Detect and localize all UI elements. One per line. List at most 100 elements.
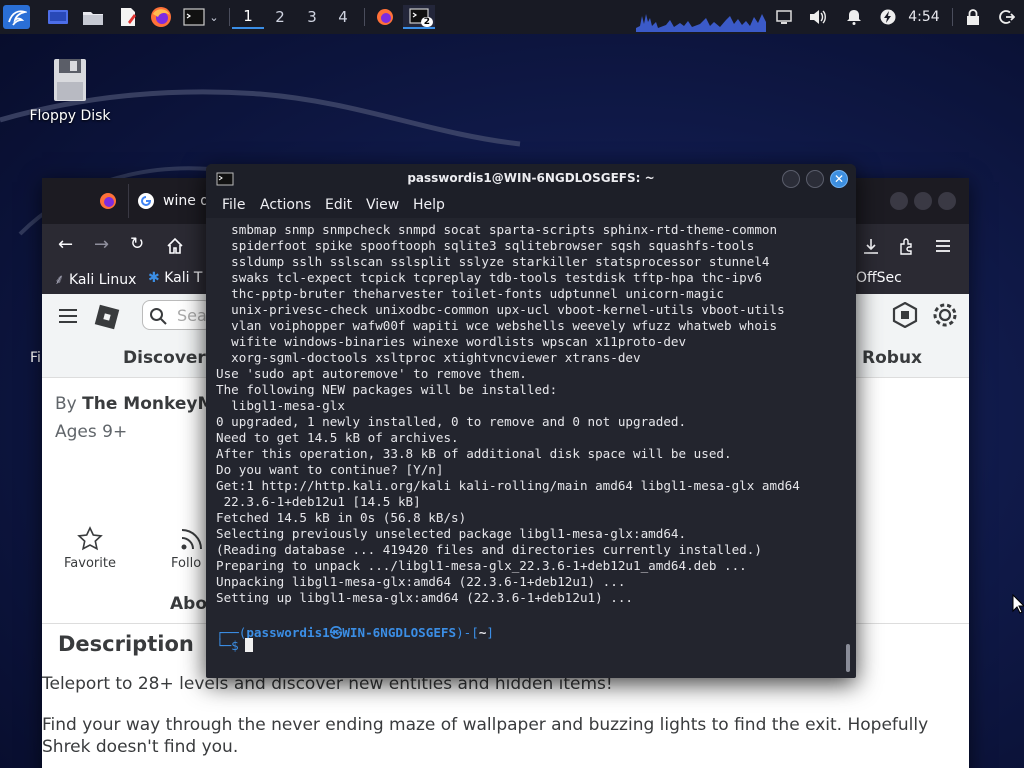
- floppy-disk-desktop-icon[interactable]: Floppy Disk: [28, 58, 112, 124]
- chevron-down-icon[interactable]: ⌄: [209, 11, 218, 24]
- file-manager-button[interactable]: [81, 5, 105, 29]
- workspace-1[interactable]: 1: [232, 5, 264, 29]
- nav-robux[interactable]: Robux: [862, 348, 922, 368]
- bookmark-offsec[interactable]: OffSec: [856, 270, 902, 286]
- workspace-2[interactable]: 2: [264, 5, 296, 29]
- terminal-scrollbar[interactable]: [846, 644, 850, 672]
- logout-icon: [999, 10, 1015, 24]
- panel-separator: [229, 8, 230, 26]
- workspace-4[interactable]: 4: [327, 5, 359, 29]
- google-icon: [138, 193, 154, 209]
- rss-icon: [181, 529, 202, 550]
- prompt-symbol: └─$: [216, 638, 239, 653]
- volume-button[interactable]: [807, 5, 829, 29]
- menu-actions[interactable]: Actions: [260, 197, 311, 213]
- text-editor-icon: [121, 8, 136, 26]
- tab-about-label: Abo: [170, 594, 208, 614]
- nav-discover[interactable]: Discover: [123, 348, 206, 368]
- search-input[interactable]: Sea: [142, 300, 212, 330]
- hamburger-menu-icon[interactable]: [934, 237, 952, 255]
- bookmark-kali-tools[interactable]: ✱ Kali T: [148, 270, 202, 286]
- logout-button[interactable]: [996, 5, 1018, 29]
- favorite-label: Favorite: [64, 556, 116, 571]
- roblox-logo-icon[interactable]: [92, 302, 122, 332]
- bookmark-kali-linux[interactable]: ⸙ Kali Linux: [54, 270, 136, 289]
- panel-separator: [952, 8, 953, 26]
- workspace-3[interactable]: 3: [296, 5, 328, 29]
- kali-menu-button[interactable]: [3, 5, 30, 29]
- text-editor-button[interactable]: [116, 5, 140, 29]
- creator-link[interactable]: The MonkeyMa: [82, 394, 226, 414]
- prompt-user: passwordis1: [246, 625, 330, 640]
- age-rating: Ages 9+: [55, 422, 128, 442]
- download-icon[interactable]: [862, 237, 880, 255]
- firefox-icon: [377, 9, 393, 25]
- terminal-title: passwordis1@WIN-6NGDLOSGEFS: ~: [407, 171, 655, 185]
- close-button[interactable]: ✕: [830, 170, 848, 188]
- clock[interactable]: 4:54: [904, 5, 944, 29]
- follow-label: Follo: [171, 556, 202, 571]
- minimize-button[interactable]: [782, 170, 800, 188]
- description-heading: Description: [58, 632, 194, 656]
- terminal-launcher-button[interactable]: ⌄: [180, 5, 222, 29]
- bookmark-label: Kali Linux: [68, 272, 137, 288]
- menu-view[interactable]: View: [366, 197, 399, 213]
- home-icon[interactable]: [166, 237, 184, 255]
- task-terminal[interactable]: 2: [403, 5, 435, 29]
- forward-arrow-icon[interactable]: →: [94, 234, 109, 255]
- terminal-window: passwordis1@WIN-6NGDLOSGEFS: ~ ✕ File Ac…: [206, 164, 856, 678]
- prompt-at: ㉿: [329, 625, 343, 640]
- notifications-button[interactable]: [843, 5, 865, 29]
- minimize-button[interactable]: [890, 192, 908, 210]
- cpu-graph: [636, 14, 766, 32]
- close-button[interactable]: [938, 192, 956, 210]
- monitor-icon: [776, 10, 792, 24]
- prompt-host: WIN-6NGDLOSGEFS: [342, 625, 457, 640]
- show-desktop-button[interactable]: [46, 5, 70, 29]
- maximize-button[interactable]: [806, 170, 824, 188]
- gear-icon[interactable]: [932, 302, 958, 328]
- bookmark-label: Kali T: [164, 270, 203, 286]
- lightning-icon: [880, 9, 896, 25]
- favorite-button[interactable]: Favorite: [62, 526, 118, 571]
- menu-help[interactable]: Help: [413, 197, 445, 213]
- prompt-bracket: ]: [486, 625, 495, 640]
- kali-tools-icon: ✱: [148, 270, 160, 286]
- reload-icon[interactable]: ↻: [130, 234, 144, 254]
- kali-dragon-icon: [7, 10, 27, 26]
- terminal-title-bar[interactable]: passwordis1@WIN-6NGDLOSGEFS: ~ ✕: [206, 164, 856, 194]
- by-label: By: [55, 394, 77, 414]
- shell-prompt-line2[interactable]: └─$: [216, 638, 253, 653]
- bell-icon: [847, 10, 861, 25]
- panel-separator: [364, 8, 365, 26]
- lock-screen-button[interactable]: [962, 5, 984, 29]
- floppy-disk-label: Floppy Disk: [29, 108, 111, 124]
- kali-dragon-icon: ⸙: [54, 272, 65, 288]
- firefox-launcher-button[interactable]: [149, 5, 173, 29]
- search-placeholder: Sea: [177, 306, 207, 325]
- power-manager-button[interactable]: [877, 5, 899, 29]
- task-firefox[interactable]: [373, 5, 397, 29]
- mouse-pointer-icon: [1012, 594, 1024, 614]
- folder-icon: [83, 12, 103, 25]
- extensions-icon[interactable]: [898, 237, 916, 255]
- creator-line: By The MonkeyMa: [55, 394, 226, 414]
- star-icon: [77, 526, 103, 551]
- tab-firefox-view[interactable]: [90, 184, 126, 218]
- hamburger-menu-icon[interactable]: [58, 308, 78, 324]
- display-button[interactable]: [773, 5, 795, 29]
- back-arrow-icon[interactable]: ←: [58, 234, 73, 255]
- firefox-icon: [151, 7, 171, 27]
- terminal-output[interactable]: smbmap snmp snmpcheck snmpd socat sparta…: [216, 222, 836, 606]
- robux-icon[interactable]: [892, 302, 918, 328]
- menu-file[interactable]: File: [222, 197, 245, 213]
- maximize-button[interactable]: [914, 192, 932, 210]
- task-count-badge: 2: [420, 17, 433, 27]
- shell-prompt-line1: ┌──(passwordis1㉿WIN-6NGDLOSGEFS)-[~]: [216, 622, 494, 641]
- description-text: Find your way through the never ending m…: [42, 715, 929, 757]
- desktop-icon-label-partial[interactable]: Fi: [30, 350, 41, 366]
- floppy-disk-icon: [54, 59, 86, 101]
- menu-edit[interactable]: Edit: [325, 197, 352, 213]
- terminal-menu-bar: File Actions Edit View Help: [206, 194, 856, 218]
- prompt-bracket: )-[: [456, 625, 479, 640]
